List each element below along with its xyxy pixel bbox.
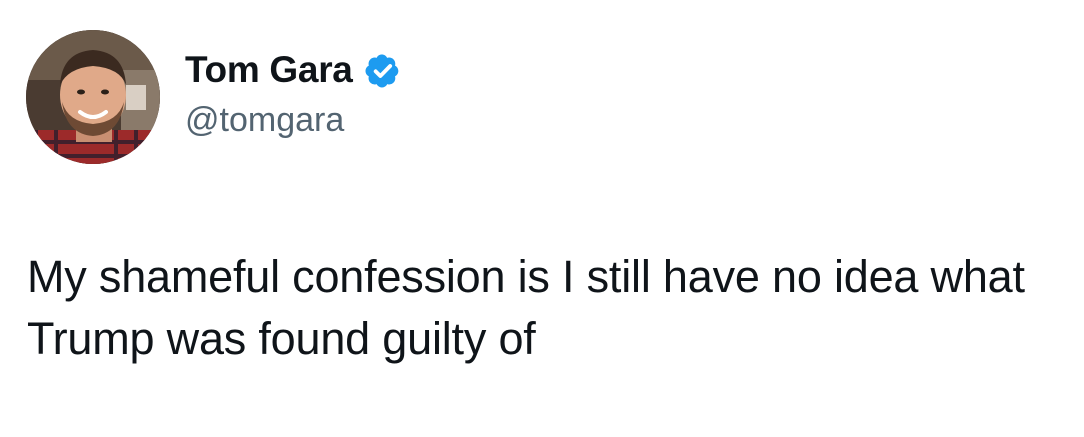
tweet-card: Tom Gara @tomgara My shameful confession…: [0, 0, 1084, 437]
tweet-text: My shameful confession is I still have n…: [27, 251, 1025, 364]
avatar[interactable]: [26, 30, 160, 164]
author-name-row: Tom Gara: [185, 46, 403, 94]
author-handle[interactable]: @tomgara: [185, 101, 403, 140]
author-display-name[interactable]: Tom Gara: [185, 49, 353, 91]
avatar-photo-icon: [26, 30, 160, 164]
verified-badge-icon[interactable]: [363, 51, 403, 91]
author-block: Tom Gara @tomgara: [185, 46, 403, 140]
